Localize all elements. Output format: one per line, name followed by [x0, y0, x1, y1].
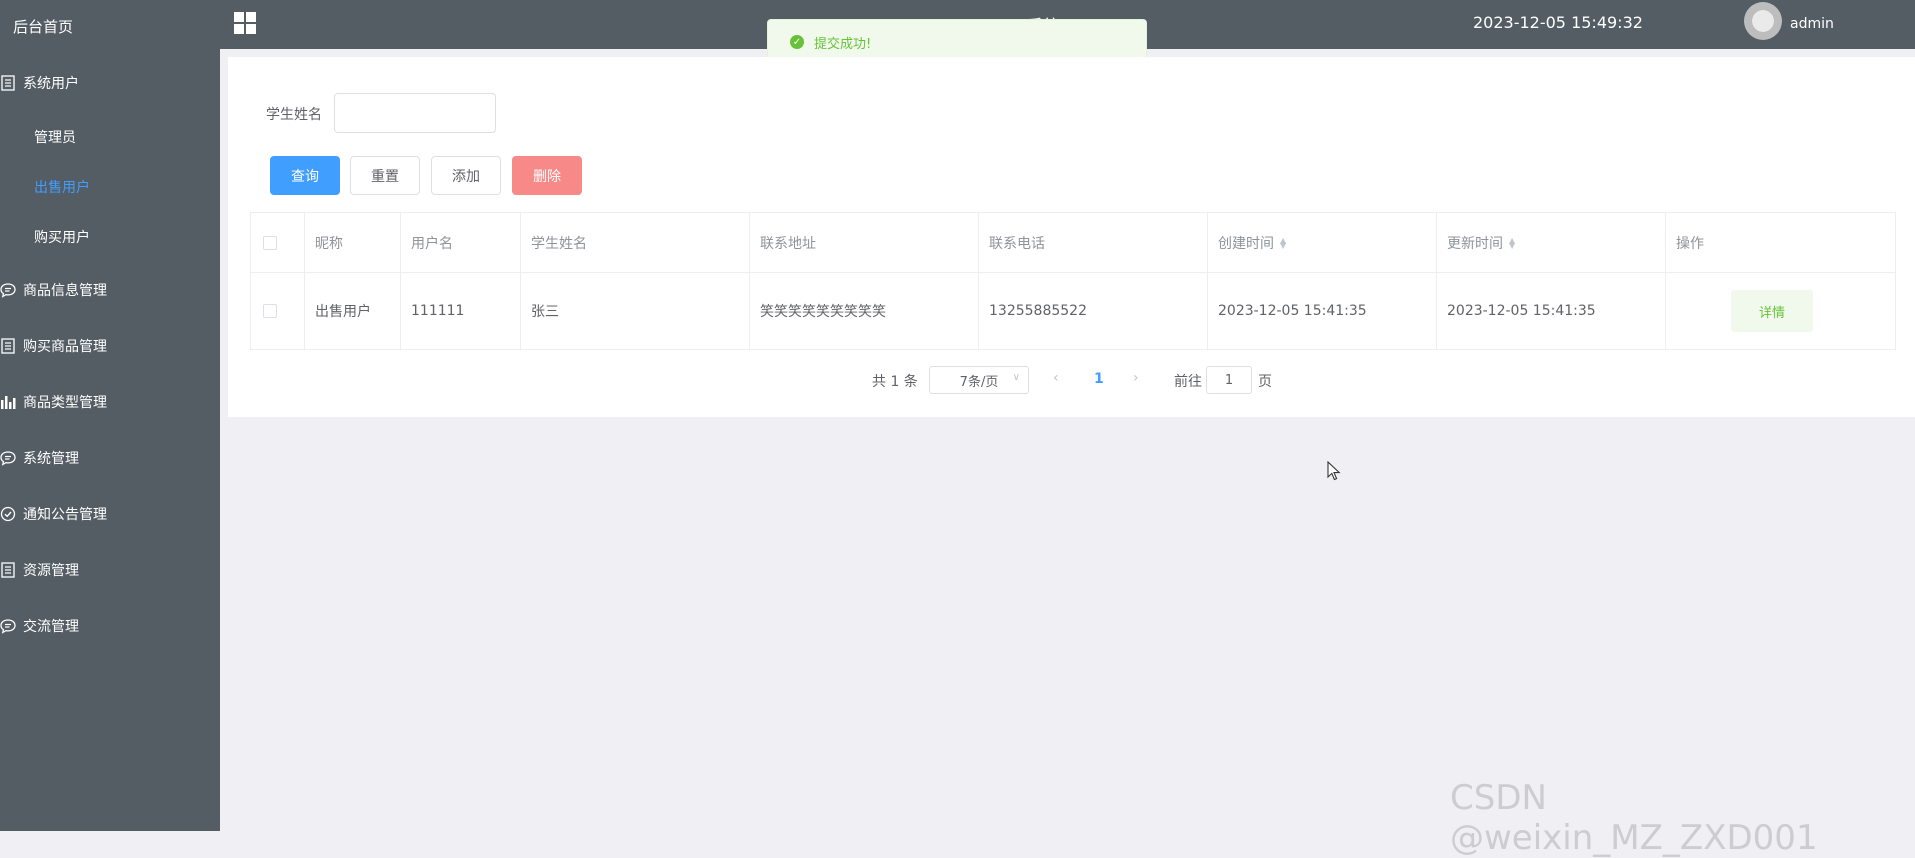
- sidebar-subitem-sellers[interactable]: 出售用户: [34, 177, 90, 197]
- main-card: 学生姓名 查询 重置 添加 删除 昵称 用户名 学生姓名 联系地址 联系电话 创…: [228, 57, 1915, 417]
- row-checkbox[interactable]: [263, 304, 277, 318]
- sidebar-subitem-admins[interactable]: 管理员: [34, 127, 76, 147]
- cell-username: 111111: [401, 273, 521, 349]
- detail-button[interactable]: 详情: [1731, 290, 1813, 332]
- chat-icon: [0, 618, 16, 634]
- sidebar-item-system-mgmt[interactable]: 系统管理: [0, 446, 79, 470]
- sidebar-item-product-info[interactable]: 商品信息管理: [0, 278, 107, 302]
- sidebar-item-purchase[interactable]: 购买商品管理: [0, 334, 107, 358]
- select-all-checkbox[interactable]: [263, 235, 277, 250]
- cell-phone: 13255885522: [979, 273, 1208, 349]
- sidebar-subitem-buyers[interactable]: 购买用户: [34, 227, 90, 247]
- delete-button[interactable]: 删除: [512, 156, 582, 195]
- pagination-total: 共 1 条: [872, 374, 918, 390]
- header-actions: 操作: [1676, 235, 1704, 252]
- header-student-name: 学生姓名: [521, 213, 750, 272]
- goto-unit: 页: [1258, 374, 1272, 390]
- header-created-label: 创建时间: [1218, 235, 1274, 252]
- sidebar-item-label: 商品类型管理: [23, 395, 107, 411]
- sidebar-item-label: 交流管理: [23, 619, 79, 635]
- check-circle-icon: [0, 506, 16, 522]
- row-select-cell: [251, 273, 305, 349]
- select-all-cell: [251, 213, 305, 272]
- cell-nickname: 出售用户: [305, 273, 401, 349]
- cell-updated: 2023-12-05 15:41:35: [1437, 273, 1666, 349]
- sidebar-home[interactable]: 后台首页: [13, 16, 73, 37]
- sidebar-item-label: 系统用户: [23, 76, 79, 92]
- list-icon: [0, 75, 16, 91]
- sidebar-item-label: 资源管理: [23, 563, 79, 579]
- avatar[interactable]: [1744, 2, 1782, 40]
- toast-message: 提交成功!: [814, 36, 872, 52]
- header-address: 联系地址: [750, 213, 979, 272]
- sort-icon[interactable]: ▲ ▼: [1280, 236, 1286, 249]
- sidebar-item-product-types[interactable]: 商品类型管理: [0, 390, 107, 414]
- list-icon: [0, 338, 16, 354]
- sidebar-item-label: 购买商品管理: [23, 339, 107, 355]
- student-name-input[interactable]: [334, 93, 496, 133]
- pagination: 共 1 条 7条/页 ∨ ‹ 1 › 前往 1 页: [228, 366, 1915, 394]
- sidebar-item-system-users[interactable]: 系统用户: [0, 71, 79, 95]
- table-header-row: 昵称 用户名 学生姓名 联系地址 联系电话 创建时间 ▲ ▼ 更新时间 ▲ ▼ 操作: [251, 213, 1895, 273]
- prev-page-icon[interactable]: ‹: [1053, 370, 1059, 386]
- header-updated[interactable]: 更新时间 ▲ ▼: [1437, 213, 1666, 272]
- username[interactable]: admin: [1790, 16, 1834, 32]
- users-table: 昵称 用户名 学生姓名 联系地址 联系电话 创建时间 ▲ ▼ 更新时间 ▲ ▼ 操作…: [250, 212, 1896, 350]
- header-updated-label: 更新时间: [1447, 235, 1503, 252]
- next-page-icon[interactable]: ›: [1133, 370, 1139, 386]
- sidebar-item-communication[interactable]: 交流管理: [0, 614, 79, 638]
- sidebar-item-label: 商品信息管理: [23, 283, 107, 299]
- sidebar-item-resources[interactable]: 资源管理: [0, 558, 79, 582]
- header-username: 用户名: [401, 213, 521, 272]
- current-page[interactable]: 1: [1094, 371, 1104, 387]
- datetime: 2023-12-05 15:49:32: [1473, 13, 1643, 32]
- header-phone: 联系电话: [979, 213, 1208, 272]
- sidebar-item-label: 通知公告管理: [23, 507, 107, 523]
- sidebar: 后台首页 系统用户 管理员 出售用户 购买用户 商品信息管理 购买商品管理 商品…: [0, 0, 220, 831]
- search-label: 学生姓名: [266, 107, 322, 123]
- page-size-select[interactable]: 7条/页 ∨: [929, 366, 1029, 394]
- sidebar-item-label: 系统管理: [23, 451, 79, 467]
- cell-student-name: 张三: [521, 273, 750, 349]
- chevron-down-icon: ∨: [1012, 372, 1020, 383]
- goto-label: 前往: [1174, 374, 1202, 390]
- query-button[interactable]: 查询: [270, 156, 340, 195]
- cell-created: 2023-12-05 15:41:35: [1208, 273, 1437, 349]
- cell-actions: 详情: [1666, 273, 1895, 349]
- watermark: CSDN @weixin_MZ_ZXD001: [1450, 778, 1818, 858]
- header-created[interactable]: 创建时间 ▲ ▼: [1208, 213, 1437, 272]
- chat-icon: [0, 282, 16, 298]
- chat-icon: [0, 450, 16, 466]
- reset-button[interactable]: 重置: [350, 156, 420, 195]
- table-row: 出售用户 111111 张三 笑笑笑笑笑笑笑笑笑 13255885522 202…: [251, 273, 1895, 349]
- page-size-value: 7条/页: [959, 374, 999, 390]
- menu-grid-icon[interactable]: [234, 12, 256, 34]
- success-check-icon: ✓: [790, 35, 804, 49]
- sort-icon[interactable]: ▲ ▼: [1509, 236, 1515, 249]
- mouse-cursor-icon: [1327, 460, 1341, 485]
- cell-address: 笑笑笑笑笑笑笑笑笑: [750, 273, 979, 349]
- add-button[interactable]: 添加: [431, 156, 501, 195]
- header-nickname: 昵称: [305, 213, 401, 272]
- chart-icon: [0, 394, 16, 410]
- list-icon: [0, 562, 16, 578]
- sidebar-item-notices[interactable]: 通知公告管理: [0, 502, 107, 526]
- goto-page-input[interactable]: 1: [1206, 366, 1252, 394]
